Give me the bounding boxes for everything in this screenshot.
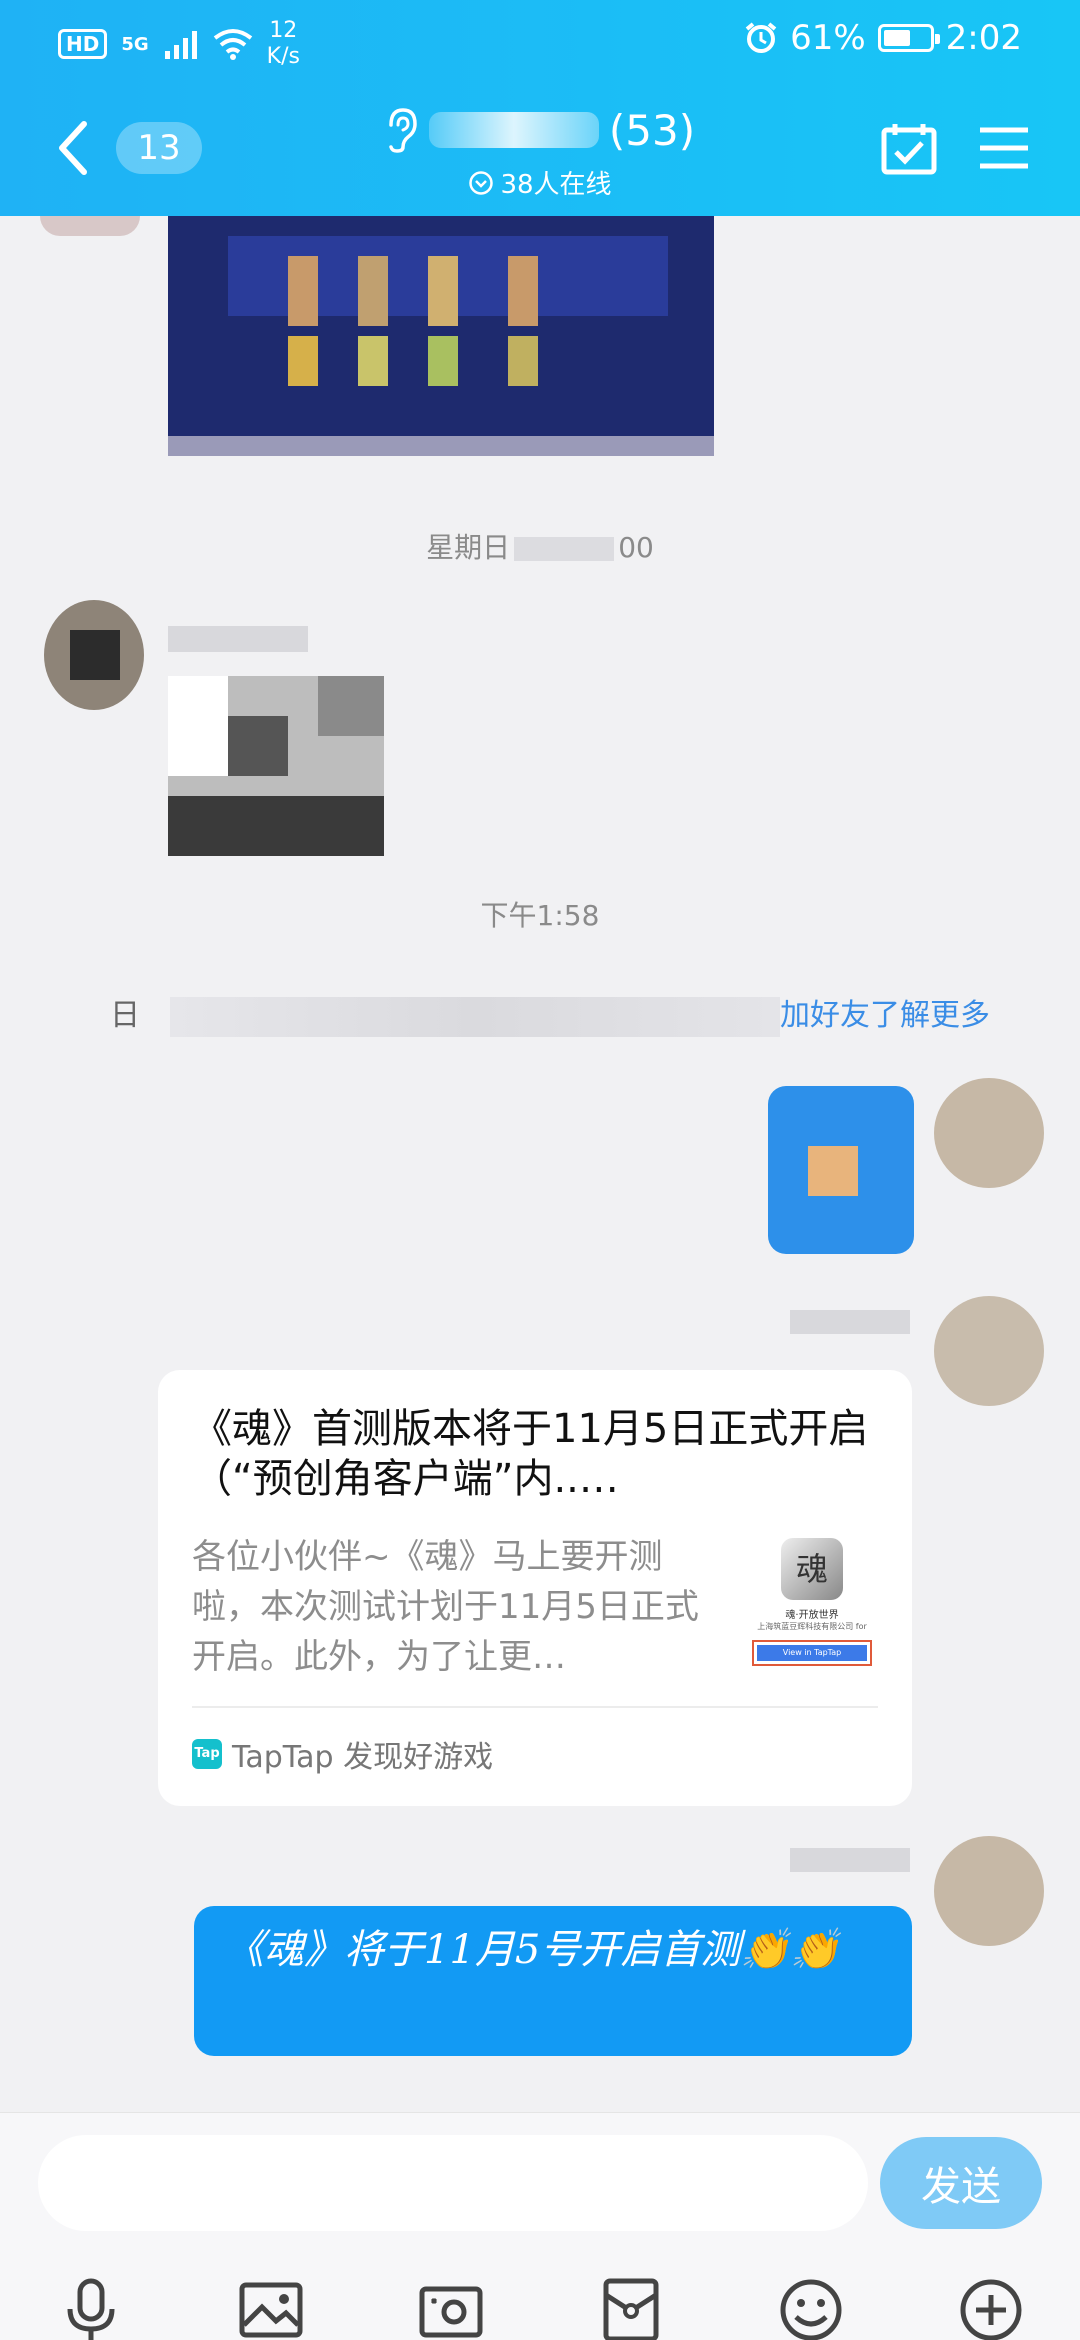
net-speed: 12 K/s — [267, 18, 300, 70]
battery-fill — [883, 30, 911, 46]
wifi-icon — [213, 29, 252, 60]
thumb-taptap-button-label: View in TapTap — [757, 1645, 867, 1661]
sender-name-blurred — [790, 1848, 910, 1872]
net-speed-unit: K/s — [266, 44, 300, 69]
avatar[interactable] — [44, 600, 144, 710]
title-row: (53) — [340, 100, 740, 160]
network-label: 5G — [121, 33, 149, 55]
card-thumbnail: 魂 魂·开放世界 上海筑蓝豆辉科技有限公司 for View in TapTap — [742, 1534, 882, 1670]
image-pixel — [508, 336, 538, 386]
image-pixel — [428, 336, 458, 386]
avatar[interactable] — [934, 1836, 1044, 1946]
ear-icon — [389, 108, 417, 153]
card-divider — [192, 1706, 878, 1708]
plus-icon[interactable] — [956, 2275, 1026, 2340]
clock: 2:02 — [945, 18, 1022, 58]
time-separator-day: 星期日 — [426, 531, 511, 564]
unread-count-badge[interactable]: 13 — [116, 122, 202, 174]
image-pixel — [508, 256, 538, 326]
image-pixel — [168, 676, 228, 776]
image-icon[interactable] — [236, 2275, 306, 2340]
red-packet-icon[interactable] — [596, 2275, 666, 2340]
message-list[interactable]: 星期日 00 下午1:58 日 加好友了解更多 《魂》首测版本将于11月5日正式开… — [0, 216, 1080, 2112]
link-share-card[interactable]: 《魂》首测版本将于11月5日正式开启（“预创角客户端”内..… 各位小伙伴~《魂… — [158, 1370, 912, 1806]
card-source: Tap TapTap 发现好游戏 — [192, 1732, 493, 1776]
avatar[interactable] — [934, 1296, 1044, 1406]
image-pixel — [168, 436, 714, 456]
hd-badge: HD — [58, 29, 108, 59]
card-description: 各位小伙伴~《魂》马上要开测啦，本次测试计划于11月5日正式开启。此外，为了让更… — [192, 1537, 699, 1677]
message-bubble[interactable]: 《魂》将于11月5号开启首测👏👏 — [194, 1906, 912, 2056]
alarm-icon — [745, 22, 777, 53]
time-separator: 下午1:58 — [480, 899, 600, 932]
image-pixel — [318, 676, 384, 736]
avatar-pixel — [70, 630, 120, 680]
status-bar: HD 5G 12 K/s 61% 2:02 — [0, 0, 1080, 80]
time-blur — [514, 537, 615, 561]
image-pixel — [358, 336, 388, 386]
status-left: HD 5G 12 K/s — [58, 18, 300, 70]
signal-icon — [164, 31, 197, 59]
image-pixel — [228, 716, 288, 776]
avatar[interactable] — [40, 216, 140, 236]
system-message: 日 加好友了解更多 — [110, 990, 990, 1037]
thumb-game-name: 魂·开放世界 — [785, 1610, 839, 1621]
image-message[interactable] — [168, 216, 714, 456]
card-title: 《魂》首测版本将于11月5日正式开启（“预创角客户端”内..… — [192, 1406, 869, 1502]
net-speed-value: 12 — [269, 18, 298, 43]
image-pixel — [288, 336, 318, 386]
chat-title[interactable]: (53) 38人在线 — [340, 100, 740, 201]
message-input[interactable] — [38, 2135, 868, 2231]
chat-header: HD 5G 12 K/s 61% 2:02 13 (53) 38人在线 — [0, 0, 1080, 216]
calendar-check-icon[interactable] — [880, 122, 938, 176]
emoji-icon[interactable] — [776, 2275, 846, 2340]
camera-icon[interactable] — [416, 2275, 486, 2340]
image-pixel — [288, 256, 318, 326]
back-arrow-icon[interactable] — [52, 118, 92, 178]
chevron-down-circle-icon — [469, 170, 494, 195]
sender-name-blurred — [168, 626, 308, 652]
image-message[interactable] — [168, 676, 384, 856]
online-count: 38人在线 — [500, 170, 612, 200]
online-status: 38人在线 — [340, 164, 740, 201]
time-separator: 星期日 00 — [0, 526, 1080, 566]
battery-percent: 61% — [790, 18, 866, 58]
add-friend-link[interactable]: 加好友了解更多 — [780, 998, 990, 1033]
taptap-logo-icon: Tap — [192, 1739, 222, 1769]
thumb-company: 上海筑蓝豆辉科技有限公司 for — [757, 1622, 867, 1631]
send-button[interactable]: 发送 — [880, 2137, 1042, 2229]
game-logo-icon: 魂 — [781, 1538, 843, 1600]
card-source-label: TapTap 发现好游戏 — [232, 1740, 494, 1775]
status-right: 61% 2:02 — [744, 18, 1022, 58]
input-bar: 发送 — [0, 2112, 1080, 2340]
image-pixel — [808, 1146, 858, 1196]
avatar[interactable] — [934, 1078, 1044, 1188]
menu-icon[interactable] — [978, 126, 1030, 170]
system-message-prefix: 日 — [110, 998, 140, 1033]
image-pixel — [358, 256, 388, 326]
group-member-count: (53) — [608, 105, 696, 155]
mic-icon[interactable] — [56, 2275, 126, 2340]
group-name-blurred — [428, 112, 599, 148]
thumb-taptap-button: View in TapTap — [752, 1640, 872, 1666]
system-message-blur — [170, 996, 780, 1037]
battery-icon — [877, 24, 940, 52]
time-separator-tail: 00 — [618, 531, 654, 564]
sender-name-blurred — [790, 1310, 910, 1334]
image-pixel — [168, 796, 384, 856]
image-message[interactable] — [768, 1086, 914, 1254]
image-pixel — [428, 256, 458, 326]
